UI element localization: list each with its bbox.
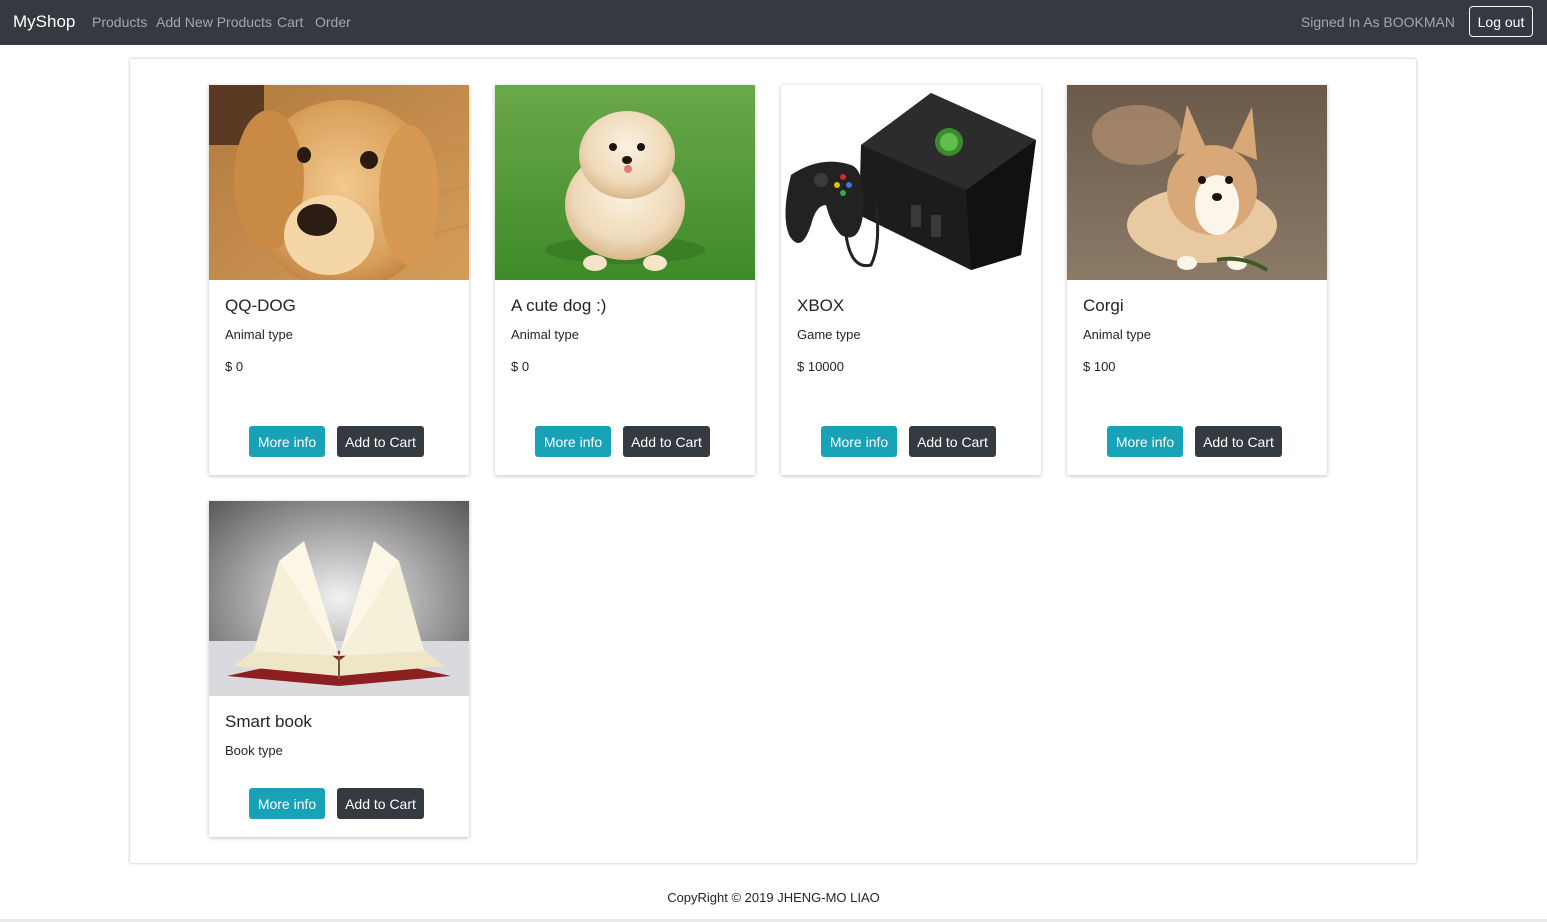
- nav-link-order[interactable]: Order: [315, 14, 351, 30]
- product-title: QQ-DOG: [225, 296, 296, 315]
- footer-copyright: CopyRight © 2019 JHENG-MO LIAO: [667, 890, 880, 905]
- pomeranian-image: [495, 85, 755, 280]
- product-card: QQ-DOG Animal type $ 0 More info Add to …: [209, 85, 469, 475]
- product-card: Corgi Animal type $ 100 More info Add to…: [1067, 85, 1327, 475]
- product-type: Game type: [797, 327, 861, 342]
- product-price: $ 0: [225, 359, 244, 374]
- product-title: Smart book: [225, 712, 312, 731]
- top-navbar: MyShop Products Add New Products Cart Or…: [0, 0, 1547, 45]
- open-book-image: [209, 501, 469, 696]
- nav-link-cart[interactable]: Cart: [277, 14, 303, 30]
- product-type: Animal type: [225, 327, 293, 342]
- product-title: XBOX: [797, 296, 845, 315]
- golden-retriever-image: [209, 85, 469, 280]
- brand-logo[interactable]: MyShop: [13, 12, 75, 32]
- add-to-cart-button[interactable]: Add to Cart: [623, 426, 710, 457]
- product-title: A cute dog :): [511, 296, 607, 315]
- logout-button[interactable]: Log out: [1469, 6, 1533, 37]
- product-type: Animal type: [511, 327, 579, 342]
- add-to-cart-button[interactable]: Add to Cart: [337, 426, 424, 457]
- corgi-puppy-image: [1067, 85, 1327, 280]
- product-list-container: QQ-DOG Animal type $ 0 More info Add to …: [130, 59, 1416, 863]
- add-to-cart-button[interactable]: Add to Cart: [909, 426, 996, 457]
- nav-link-products[interactable]: Products: [92, 14, 147, 30]
- more-info-button[interactable]: More info: [249, 788, 325, 819]
- more-info-button[interactable]: More info: [1107, 426, 1183, 457]
- more-info-button[interactable]: More info: [535, 426, 611, 457]
- product-card: XBOX Game type $ 10000 More info Add to …: [781, 85, 1041, 475]
- more-info-button[interactable]: More info: [821, 426, 897, 457]
- product-type: Book type: [225, 743, 283, 758]
- nav-link-add-new-products[interactable]: Add New Products: [156, 14, 272, 30]
- product-price: $ 100: [1083, 359, 1116, 374]
- xbox-console-image: [781, 85, 1041, 280]
- product-card: Smart book Book type More info Add to Ca…: [209, 501, 469, 837]
- product-type: Animal type: [1083, 327, 1151, 342]
- product-card: A cute dog :) Animal type $ 0 More info …: [495, 85, 755, 475]
- add-to-cart-button[interactable]: Add to Cart: [1195, 426, 1282, 457]
- product-price: $ 10000: [797, 359, 844, 374]
- product-title: Corgi: [1083, 296, 1124, 315]
- product-price: $ 0: [511, 359, 530, 374]
- signed-in-status: Signed In As BOOKMAN: [1300, 14, 1455, 30]
- add-to-cart-button[interactable]: Add to Cart: [337, 788, 424, 819]
- more-info-button[interactable]: More info: [249, 426, 325, 457]
